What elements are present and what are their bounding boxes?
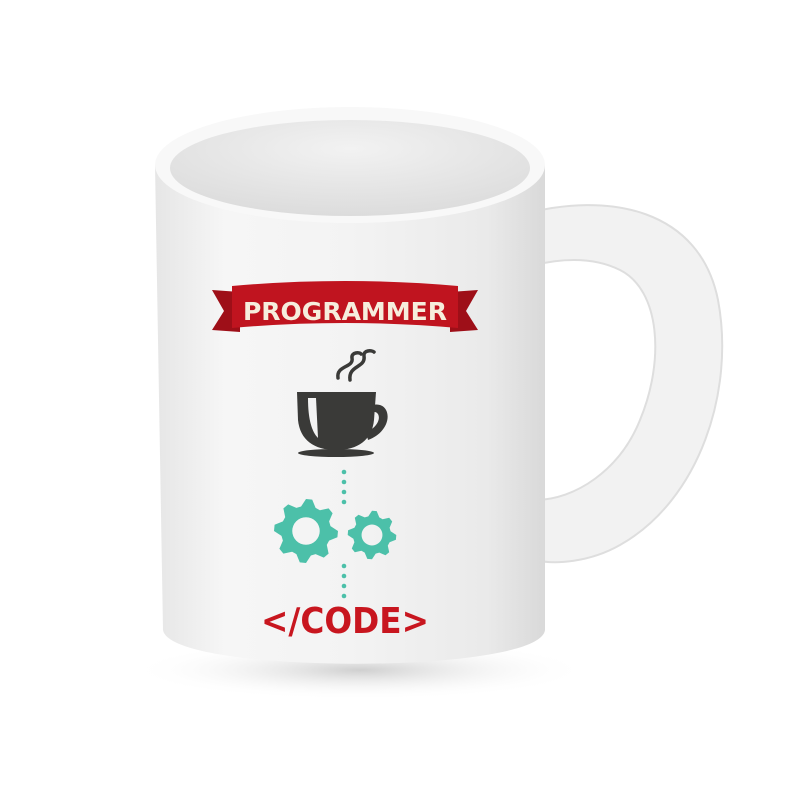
code-text: </CODE> bbox=[261, 601, 429, 642]
mug-product-image: PROGRAMMER </CODE> bbox=[0, 0, 800, 800]
mug-illustration: PROGRAMMER </CODE> bbox=[130, 107, 724, 700]
banner-text: PROGRAMMER bbox=[243, 297, 447, 326]
mug-handle bbox=[518, 204, 724, 564]
mug-interior bbox=[170, 120, 530, 216]
